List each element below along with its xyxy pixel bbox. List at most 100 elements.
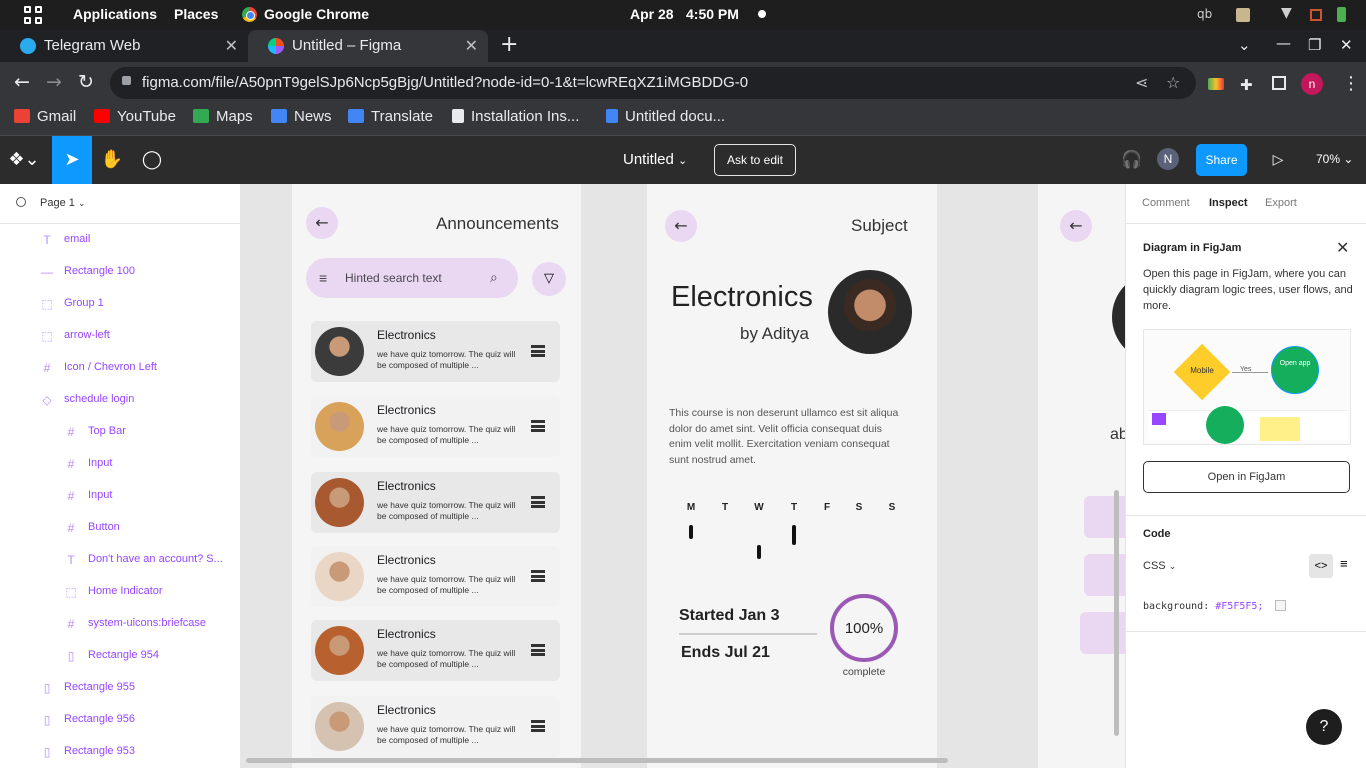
announcement-card[interactable]: Electronics we have quiz tomorrow. The qu…: [311, 472, 560, 533]
share-button[interactable]: Share: [1196, 144, 1247, 176]
layer-row[interactable]: # system-uicons:briefcase: [0, 608, 240, 640]
layer-row[interactable]: ⬚ Home Indicator: [0, 576, 240, 608]
tab-comment[interactable]: Comment: [1142, 197, 1190, 209]
move-tool-icon[interactable]: ➤: [52, 136, 92, 184]
card-menu-icon[interactable]: [531, 570, 545, 582]
announcement-card[interactable]: Electronics we have quiz tomorrow. The qu…: [311, 396, 560, 457]
layer-row[interactable]: ▯ Rectangle 954: [0, 640, 240, 672]
wifi-icon[interactable]: ▼: [1281, 5, 1292, 21]
extensions-puzzle-icon[interactable]: ✚: [1240, 76, 1253, 94]
design-canvas[interactable]: ← Announcements ≡ Hinted search text ⌕ ▽…: [241, 184, 1125, 768]
url-text[interactable]: figma.com/file/A50pnT9gelSJp6Ncp5gBjg/Un…: [142, 74, 748, 91]
search-bar[interactable]: ≡ Hinted search text ⌕: [306, 258, 518, 298]
tab-telegram[interactable]: Telegram Web ✕: [0, 30, 248, 62]
address-bar[interactable]: figma.com/file/A50pnT9gelSJp6Ncp5gBjg/Un…: [110, 67, 1196, 99]
layer-row[interactable]: ▯ Rectangle 956: [0, 704, 240, 736]
announcement-card[interactable]: Electronics we have quiz tomorrow. The qu…: [311, 546, 560, 607]
code-line[interactable]: background: #F5F5F5;: [1143, 600, 1287, 612]
places-menu[interactable]: Places: [174, 6, 218, 22]
search-placeholder[interactable]: Hinted search text: [345, 271, 442, 285]
close-tab-icon[interactable]: ✕: [225, 36, 238, 56]
card-menu-icon[interactable]: [531, 420, 545, 432]
audio-headphones-icon[interactable]: 🎧: [1112, 136, 1152, 184]
card-menu-icon[interactable]: [531, 720, 545, 732]
tab-export[interactable]: Export: [1265, 197, 1297, 209]
bookmark-translate[interactable]: Translate: [348, 108, 433, 125]
back-arrow-icon[interactable]: ←: [306, 207, 338, 239]
back-arrow-icon[interactable]: ←: [665, 210, 697, 242]
third-frame[interactable]: ← ab: [1038, 184, 1125, 768]
applications-menu[interactable]: Applications: [73, 6, 157, 22]
reload-icon[interactable]: ↻: [78, 71, 94, 93]
close-window-button[interactable]: ✕: [1340, 36, 1353, 54]
search-icon[interactable]: ⌕: [490, 269, 498, 286]
bookmark-untitled-doc[interactable]: Untitled docu...: [606, 108, 725, 125]
clock-time[interactable]: 4:50 PM: [686, 6, 739, 22]
language-selector[interactable]: CSS ⌄: [1143, 560, 1176, 572]
active-app-menu[interactable]: Google Chrome: [264, 6, 369, 22]
search-layers-icon[interactable]: [16, 197, 26, 207]
layer-row[interactable]: T Don't have an account? S...: [0, 544, 240, 576]
layer-row[interactable]: # Input: [0, 448, 240, 480]
announcement-card[interactable]: Electronics we have quiz tomorrow. The qu…: [311, 321, 560, 382]
qbittorrent-tray-icon[interactable]: qb: [1197, 7, 1212, 21]
lock-icon[interactable]: [122, 76, 131, 85]
close-icon[interactable]: ✕: [1336, 238, 1349, 258]
list-view-icon[interactable]: ≡: [1340, 556, 1348, 571]
forward-arrow-icon[interactable]: →: [46, 71, 62, 93]
layer-row[interactable]: — Rectangle 100: [0, 256, 240, 288]
layer-row[interactable]: # Input: [0, 480, 240, 512]
bookmark-youtube[interactable]: YouTube: [94, 108, 176, 125]
bookmark-gmail[interactable]: Gmail: [14, 108, 76, 125]
new-tab-button[interactable]: +: [500, 34, 518, 56]
announcement-card[interactable]: Electronics we have quiz tomorrow. The qu…: [311, 696, 560, 757]
ask-to-edit-button[interactable]: Ask to edit: [714, 144, 796, 176]
share-icon[interactable]: ⋖: [1135, 73, 1148, 92]
layer-row[interactable]: ▯ Rectangle 953: [0, 736, 240, 768]
tab-figma[interactable]: Untitled – Figma ✕: [248, 30, 488, 62]
layer-row[interactable]: # Top Bar: [0, 416, 240, 448]
chrome-menu-icon[interactable]: ⋮: [1342, 73, 1360, 94]
figma-main-menu-icon[interactable]: ❖⌄: [4, 136, 44, 184]
page-selector[interactable]: Page 1 ⌄: [0, 184, 240, 224]
bookmark-maps[interactable]: Maps: [193, 108, 253, 125]
open-in-figjam-button[interactable]: Open in FigJam: [1143, 461, 1350, 493]
battery-icon[interactable]: [1337, 7, 1346, 22]
profile-avatar[interactable]: n: [1301, 73, 1323, 95]
subject-frame[interactable]: ← Subject Electronics by Aditya This cou…: [647, 184, 937, 768]
tray-app-icon[interactable]: [1236, 8, 1250, 22]
card-menu-icon[interactable]: [531, 496, 545, 508]
hand-tool-icon[interactable]: ✋: [92, 136, 132, 184]
card-menu-icon[interactable]: [531, 345, 545, 357]
present-play-icon[interactable]: ▷: [1258, 136, 1298, 184]
layer-row[interactable]: ▯ Rectangle 955: [0, 672, 240, 704]
canvas-horizontal-scrollbar[interactable]: [246, 758, 948, 763]
menu-icon[interactable]: ≡: [319, 270, 327, 286]
clock-date[interactable]: Apr 28: [630, 6, 674, 22]
code-view-icon[interactable]: <>: [1309, 554, 1333, 578]
tab-inspect[interactable]: Inspect: [1209, 197, 1248, 209]
bookmark-star-icon[interactable]: ☆: [1166, 73, 1180, 92]
maximize-button[interactable]: ❐: [1308, 36, 1321, 54]
help-button[interactable]: ?: [1306, 709, 1342, 745]
user-avatar[interactable]: N: [1157, 148, 1179, 170]
zoom-level[interactable]: 70% ⌄: [1316, 152, 1353, 166]
comment-tool-icon[interactable]: ◯: [132, 136, 172, 184]
extension-icon[interactable]: [1208, 78, 1224, 90]
back-arrow-icon[interactable]: ←: [14, 71, 30, 93]
tray-status-icon[interactable]: [1310, 9, 1322, 21]
card-menu-icon[interactable]: [531, 644, 545, 656]
layer-row[interactable]: # Button: [0, 512, 240, 544]
bookmark-news[interactable]: News: [271, 108, 332, 125]
layer-row[interactable]: Temail: [0, 224, 240, 256]
bookmark-installation[interactable]: Installation Ins...: [452, 108, 579, 125]
filter-icon[interactable]: ▽: [532, 262, 566, 296]
layer-row[interactable]: ⬚ arrow-left: [0, 320, 240, 352]
file-title[interactable]: Untitled ⌄: [623, 151, 687, 168]
canvas-vertical-scrollbar[interactable]: [1114, 490, 1119, 736]
layer-row[interactable]: # Icon / Chevron Left: [0, 352, 240, 384]
side-panel-icon[interactable]: [1272, 76, 1286, 90]
layer-row[interactable]: ◇ schedule login: [0, 384, 240, 416]
apps-grid-icon[interactable]: [24, 6, 42, 24]
announcement-card[interactable]: Electronics we have quiz tomorrow. The qu…: [311, 620, 560, 681]
